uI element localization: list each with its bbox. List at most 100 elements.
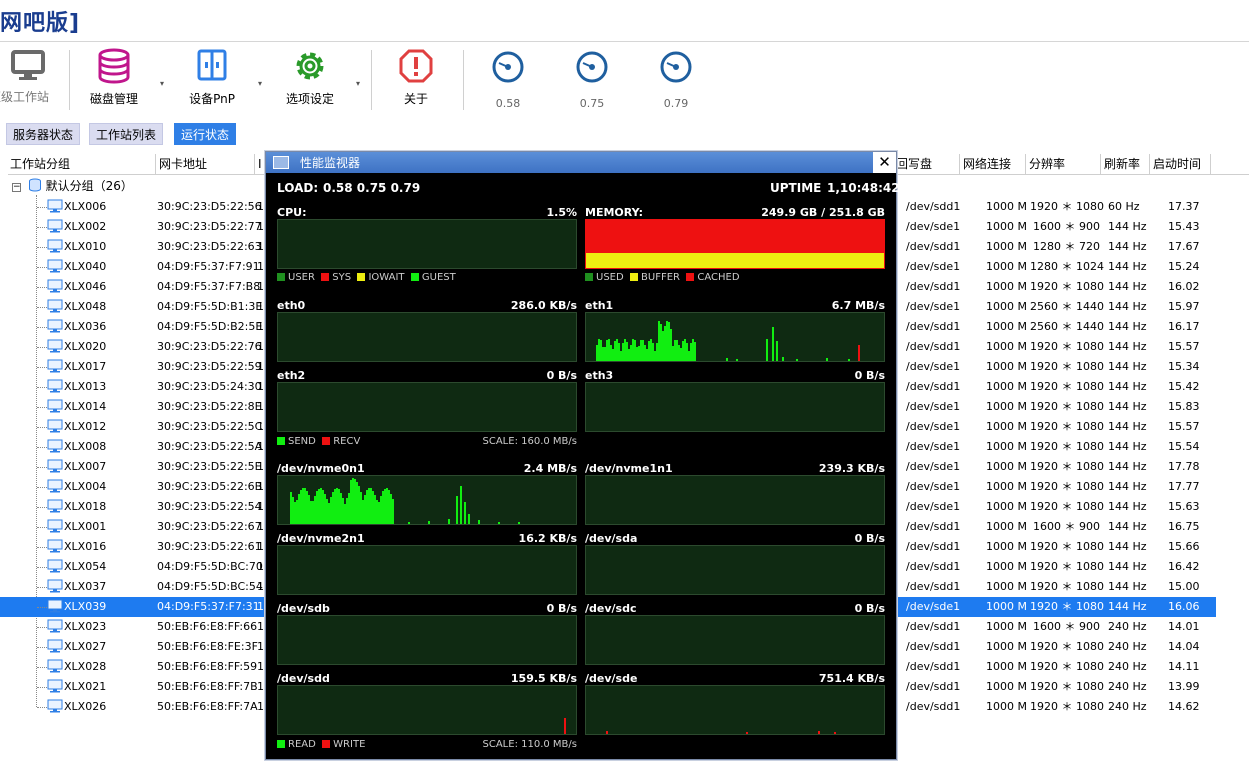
chevron-down-icon[interactable]: ▾ — [356, 79, 360, 88]
column-header-group[interactable]: 工作站分组 — [8, 154, 156, 174]
tab-server-status[interactable]: 服务器状态 — [6, 123, 81, 145]
cell-name: XLX048 — [64, 300, 107, 313]
gauge-value: 0.58 — [495, 97, 521, 110]
close-button[interactable]: ✕ — [873, 152, 896, 173]
cell-net: 1000 M — [986, 540, 1027, 553]
column-header-net[interactable]: 网络连接 — [961, 154, 1026, 174]
disk-value-dev-nvme0n1: 2.4 MB/s — [523, 462, 577, 475]
cell-disk: /dev/sdd1 — [906, 520, 961, 533]
disk-graph-dev-nvme2n1 — [277, 545, 577, 595]
memory-used-fill — [586, 250, 621, 253]
column-header-disk[interactable]: 回写盘 — [894, 154, 960, 174]
chevron-down-icon[interactable]: ▾ — [258, 79, 262, 88]
net-legend: SEND RECV — [277, 436, 360, 447]
eth0-label: eth0 — [277, 299, 306, 312]
activity-bar — [776, 341, 778, 361]
activity-bar — [464, 502, 466, 524]
device-icon — [197, 49, 227, 81]
legend-swatch-used — [585, 273, 593, 281]
legend-recv: RECV — [333, 436, 361, 447]
cell-disk: /dev/sdd1 — [906, 700, 961, 713]
cpu-legend: USER SYS IOWAIT GUEST — [277, 272, 456, 283]
disk-value-dev-sdd: 159.5 KB/s — [510, 672, 577, 685]
gear-icon — [296, 52, 324, 80]
disk-graph-dev-sda — [585, 545, 885, 595]
workstation-icon — [47, 359, 63, 373]
legend-cached: CACHED — [697, 272, 740, 283]
legend-swatch-buffer — [630, 273, 639, 281]
disk-value-dev-sde: 751.4 KB/s — [818, 672, 885, 685]
cell-boot-time: 16.75 — [1168, 520, 1200, 533]
toolbar-workstation-button[interactable]: 超级工作站 — [0, 48, 56, 112]
cell-name: XLX017 — [64, 360, 107, 373]
cell-refresh: 144 Hz — [1108, 360, 1147, 373]
activity-bar — [498, 522, 500, 524]
cell-refresh: 240 Hz — [1108, 680, 1147, 693]
cell-resolution: 1920 ＊ 1080 — [1030, 400, 1104, 413]
column-header-mac[interactable]: 网卡地址 — [157, 154, 255, 174]
cell-disk: /dev/sdd1 — [906, 320, 961, 333]
workstation-icon — [47, 639, 63, 653]
cell-mac: 50:EB:F6:E8:FE:3F — [157, 640, 258, 653]
cell-resolution: 2560 ＊ 1440 — [1030, 300, 1104, 313]
cell-mac: 30:9C:23:D5:22:67 — [157, 520, 262, 533]
disk-value-dev-sdb: 0 B/s — [546, 602, 577, 615]
cell-boot-time: 15.34 — [1168, 360, 1200, 373]
toolbar-pnp-button[interactable]: 设备PnP — [184, 48, 240, 112]
disk-label-dev-sda: /dev/sda — [585, 532, 638, 545]
cell-net: 1000 M — [986, 600, 1027, 613]
cell-resolution: 1920 ＊ 1080 — [1030, 420, 1104, 433]
workstation-icon — [47, 479, 63, 493]
cell-refresh: 144 Hz — [1108, 380, 1147, 393]
toolbar-about-button[interactable]: 关于 — [396, 48, 436, 112]
cell-disk: /dev/sdd1 — [906, 240, 961, 253]
cell-boot-time: 15.97 — [1168, 300, 1200, 313]
cell-boot-time: 16.17 — [1168, 320, 1200, 333]
cell-mac: 04:D9:F5:5D:BC:70 — [157, 560, 263, 573]
cell-mac: 30:9C:23:D5:22:76 — [157, 340, 262, 353]
disk-value-dev-sdc: 0 B/s — [854, 602, 885, 615]
cell-net: 1000 M — [986, 300, 1027, 313]
gauge-icon — [660, 51, 692, 83]
tree-group-default[interactable]: − 默认分组（26） — [12, 177, 133, 195]
tree-connector — [37, 267, 47, 268]
cell-boot-time: 15.57 — [1168, 340, 1200, 353]
monitor-title-bar[interactable]: 性能监视器 ✕ — [266, 152, 896, 173]
toolbar-options-button[interactable]: 选项设定 — [282, 48, 338, 112]
cell-mac: 30:9C:23:D5:22:54 — [157, 500, 262, 513]
cell-name: XLX001 — [64, 520, 107, 533]
cell-refresh: 144 Hz — [1108, 460, 1147, 473]
collapse-icon[interactable]: − — [12, 183, 21, 192]
cell-resolution: 1920 ＊ 1080 — [1030, 280, 1104, 293]
tab-run-status[interactable]: 运行状态 — [174, 123, 237, 145]
toolbar-separator — [371, 50, 372, 110]
toolbar-disk-button[interactable]: 磁盘管理 — [82, 48, 146, 112]
disk-label-dev-nvme1n1: /dev/nvme1n1 — [585, 462, 673, 475]
legend-buffer: BUFFER — [641, 272, 680, 283]
cell-resolution: 1920 ＊ 1080 — [1030, 460, 1104, 473]
tree-connector — [37, 367, 47, 368]
column-header-boot[interactable]: 启动时间 — [1151, 154, 1211, 174]
tab-workstation-list[interactable]: 工作站列表 — [89, 123, 164, 145]
load-gauge-1: 0.58 — [490, 50, 526, 110]
cell-resolution: 1280 ＊ 1024 — [1030, 260, 1104, 273]
cell-boot-time: 14.62 — [1168, 700, 1200, 713]
chevron-down-icon[interactable]: ▾ — [160, 79, 164, 88]
cell-refresh: 144 Hz — [1108, 420, 1147, 433]
workstation-icon — [47, 699, 63, 713]
column-header-res[interactable]: 分辨率 — [1027, 154, 1101, 174]
tree-connector — [37, 647, 47, 648]
workstation-icon — [47, 219, 63, 233]
cell-disk: /dev/sdd1 — [906, 680, 961, 693]
performance-monitor-window[interactable]: 性能监视器 ✕ LOAD: 0.58 0.75 0.79 UPTIME 1,10… — [265, 151, 900, 760]
activity-bar — [726, 358, 728, 361]
cell-net: 1000 M — [986, 220, 1027, 233]
workstation-icon — [47, 619, 63, 633]
cell-resolution: 1920 ＊ 1080 — [1030, 200, 1104, 213]
workstation-icon — [47, 239, 63, 253]
cell-mac: 50:EB:F6:E8:FF:7B — [157, 680, 258, 693]
cell-refresh: 144 Hz — [1108, 320, 1147, 333]
activity-bar — [518, 522, 520, 524]
column-header-refresh[interactable]: 刷新率 — [1102, 154, 1150, 174]
cell-net: 1000 M — [986, 340, 1027, 353]
